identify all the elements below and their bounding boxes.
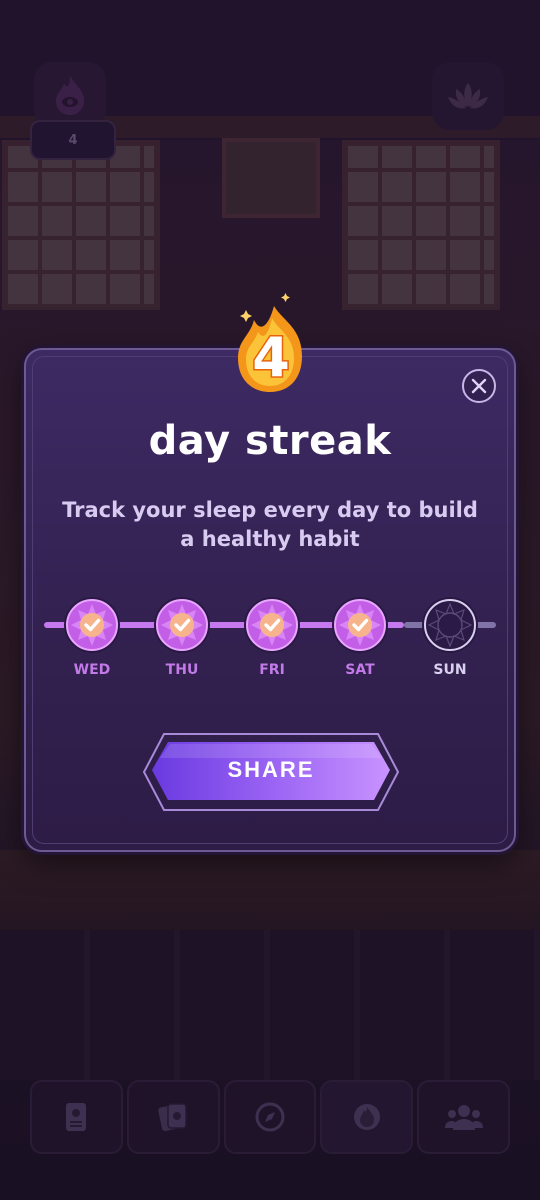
journal-icon bbox=[66, 1103, 87, 1131]
day-label: WED bbox=[73, 662, 111, 678]
close-icon bbox=[471, 378, 487, 394]
streak-count-badge: 4 bbox=[30, 120, 116, 160]
flame-eye-icon bbox=[56, 75, 84, 115]
wall-panel bbox=[222, 138, 320, 218]
share-button[interactable]: SHARE bbox=[142, 732, 400, 812]
day-label: SUN bbox=[433, 662, 467, 678]
streak-badge-number: 4 bbox=[252, 326, 290, 389]
meditation-button[interactable] bbox=[432, 62, 504, 130]
streak-day-sun: SUN bbox=[418, 596, 482, 678]
flame-icon: 4 bbox=[238, 293, 302, 392]
streak-day-thu: THU bbox=[150, 596, 214, 678]
nav-friends[interactable] bbox=[417, 1080, 510, 1154]
streak-day-fri: FRI bbox=[240, 596, 304, 678]
nav-journal[interactable] bbox=[30, 1080, 123, 1154]
share-button-wrap: SHARE bbox=[142, 732, 400, 812]
friends-icon bbox=[444, 1105, 483, 1130]
modal-title: day streak bbox=[148, 418, 392, 464]
pending-medal-icon bbox=[422, 597, 478, 653]
window-left bbox=[2, 140, 160, 310]
nav-explore[interactable] bbox=[223, 1080, 317, 1154]
share-button-label: SHARE bbox=[227, 757, 315, 782]
completed-sun-medal-icon bbox=[244, 597, 300, 653]
nav-cards[interactable] bbox=[126, 1080, 220, 1154]
bottom-nav bbox=[30, 1080, 510, 1154]
day-label: FRI bbox=[259, 662, 285, 678]
streak-day-sat: SAT bbox=[328, 596, 392, 678]
home-icon bbox=[353, 1104, 380, 1130]
window-right bbox=[342, 140, 500, 310]
lotus-icon bbox=[448, 83, 488, 109]
floor-planks bbox=[0, 930, 540, 1080]
completed-sun-medal-icon bbox=[332, 597, 388, 653]
streak-flame-badge: 4 bbox=[228, 292, 312, 402]
streak-count: 4 bbox=[68, 132, 78, 148]
close-button[interactable] bbox=[462, 369, 496, 403]
modal-subtitle: Track your sleep every day to build a he… bbox=[62, 498, 478, 551]
streak-button[interactable] bbox=[34, 62, 106, 128]
cards-icon bbox=[158, 1103, 187, 1132]
compass-icon bbox=[255, 1102, 285, 1132]
day-label: THU bbox=[165, 662, 199, 678]
completed-sun-medal-icon bbox=[64, 597, 120, 653]
nav-home[interactable] bbox=[320, 1080, 414, 1154]
floor bbox=[0, 850, 540, 940]
streak-day-wed: WED bbox=[60, 596, 124, 678]
day-label: SAT bbox=[345, 662, 375, 678]
completed-sun-medal-icon bbox=[154, 597, 210, 653]
